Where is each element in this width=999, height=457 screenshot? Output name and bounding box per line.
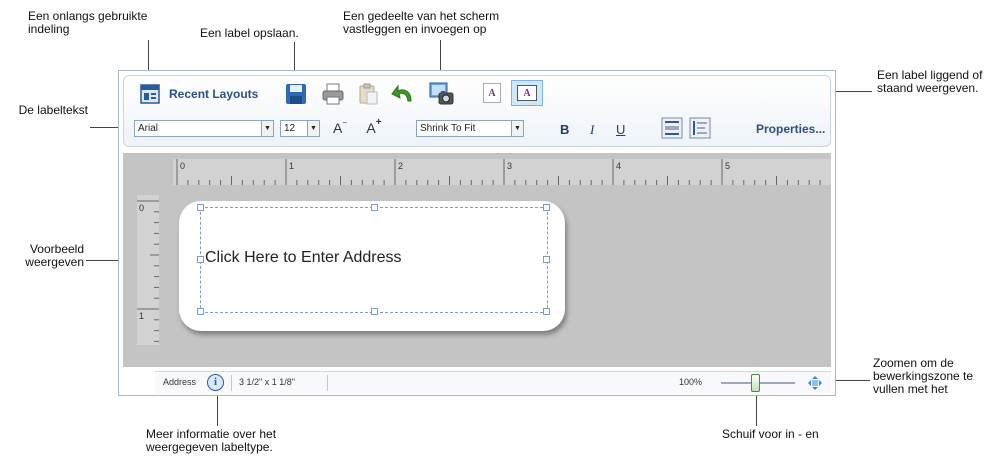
increase-font-letter: A xyxy=(366,120,376,136)
status-divider xyxy=(231,375,232,391)
callout-more-info: Meer informatie over het weergegeven lab… xyxy=(146,427,277,454)
paste-icon[interactable] xyxy=(356,82,380,106)
chevron-down-icon[interactable]: ▼ xyxy=(307,121,319,136)
font-size-select[interactable]: 12 ▼ xyxy=(280,120,320,137)
ruler-label: 1 xyxy=(139,311,144,321)
info-icon[interactable]: i xyxy=(207,374,224,391)
ruler-label: 0 xyxy=(139,203,144,213)
chevron-down-icon[interactable]: ▼ xyxy=(511,121,523,136)
vertical-ruler: 01 xyxy=(137,195,159,345)
increase-font-icon[interactable]: A + xyxy=(364,117,384,138)
resize-handle[interactable] xyxy=(543,256,550,263)
align-middle-icon[interactable] xyxy=(660,116,684,140)
screen-capture-icon[interactable] xyxy=(428,80,456,108)
recent-layouts-icon[interactable] xyxy=(138,83,162,105)
ruler-label: 3 xyxy=(507,161,512,171)
portrait-icon[interactable]: A xyxy=(483,83,501,103)
label-editor-window: Recent Layouts A A Arial ▼ 12 ▼ A − A + … xyxy=(118,70,836,396)
callout-orientation: Een label liggend of staand weergeven. xyxy=(877,68,983,95)
zoom-slider-icon[interactable] xyxy=(751,374,760,392)
callout-save-label: Een label opslaan. xyxy=(200,26,299,40)
italic-button[interactable]: I xyxy=(590,122,594,138)
resize-handle[interactable] xyxy=(543,204,550,211)
zoom-fit-icon[interactable] xyxy=(807,375,823,391)
bold-button[interactable]: B xyxy=(560,122,569,137)
resize-handle[interactable] xyxy=(197,204,204,211)
undo-icon[interactable] xyxy=(390,82,416,106)
print-icon[interactable] xyxy=(320,82,346,106)
chevron-down-icon[interactable]: ▼ xyxy=(261,121,273,136)
underline-button[interactable]: U xyxy=(616,122,625,137)
fit-mode-value: Shrink To Fit xyxy=(420,123,476,134)
resize-handle[interactable] xyxy=(371,308,378,315)
label-size-text: 3 1/2" x 1 1/8" xyxy=(239,377,295,387)
ruler-label: 4 xyxy=(616,161,621,171)
align-left-icon[interactable] xyxy=(688,116,712,140)
callout-label-text: De labeltekst xyxy=(18,103,88,117)
font-family-select[interactable]: Arial ▼ xyxy=(134,120,274,137)
font-size-value: 12 xyxy=(284,123,296,134)
callout-preview: Voorbeeld weergeven xyxy=(25,242,84,269)
properties-button[interactable]: Properties... xyxy=(756,122,825,136)
recent-layouts-button[interactable]: Recent Layouts xyxy=(169,87,258,101)
label-type-text: Address xyxy=(163,377,197,387)
ruler-label: 2 xyxy=(398,161,403,171)
leader-more-info xyxy=(217,392,218,426)
horizontal-ruler: 0 1 2 3 4 5 xyxy=(173,159,831,185)
address-text[interactable]: Click Here to Enter Address xyxy=(205,249,402,267)
font-family-value: Arial xyxy=(138,123,159,134)
label-preview[interactable]: Click Here to Enter Address xyxy=(179,201,565,331)
callout-recent-layout: Een onlangs gebruikte indeling xyxy=(28,9,148,36)
ribbon-toolbar: Recent Layouts A A Arial ▼ 12 ▼ A − A + … xyxy=(123,75,831,147)
leader-slider xyxy=(756,392,757,426)
callout-zoom-fit: Zoomen om de bewerkingszone te vullen me… xyxy=(873,356,974,396)
callout-slider: Schuif voor in - en xyxy=(722,427,819,441)
ruler-label: 0 xyxy=(180,161,185,171)
status-divider xyxy=(327,375,328,391)
resize-handle[interactable] xyxy=(543,308,550,315)
decrease-font-letter: A xyxy=(332,120,343,136)
portrait-letter: A xyxy=(488,87,496,99)
decrease-font-icon[interactable]: A − xyxy=(330,118,350,138)
ruler-label: 5 xyxy=(725,161,730,171)
save-icon[interactable] xyxy=(284,82,308,106)
landscape-letter: A xyxy=(523,87,531,99)
resize-handle[interactable] xyxy=(371,204,378,211)
callout-capture-screen: Een gedeelte van het scherm vastleggen e… xyxy=(343,9,500,36)
resize-handle[interactable] xyxy=(197,308,204,315)
zoom-level-text: 100% xyxy=(679,377,703,387)
fit-mode-select[interactable]: Shrink To Fit ▼ xyxy=(416,120,524,137)
label-editing-area[interactable]: 012345 01 Click Here to Enter Address xyxy=(123,153,831,367)
landscape-icon[interactable]: A xyxy=(511,80,543,106)
resize-handle[interactable] xyxy=(197,256,204,263)
ruler-label: 1 xyxy=(289,161,294,171)
status-bar: Address i 3 1/2" x 1 1/8" 100% xyxy=(155,371,831,394)
